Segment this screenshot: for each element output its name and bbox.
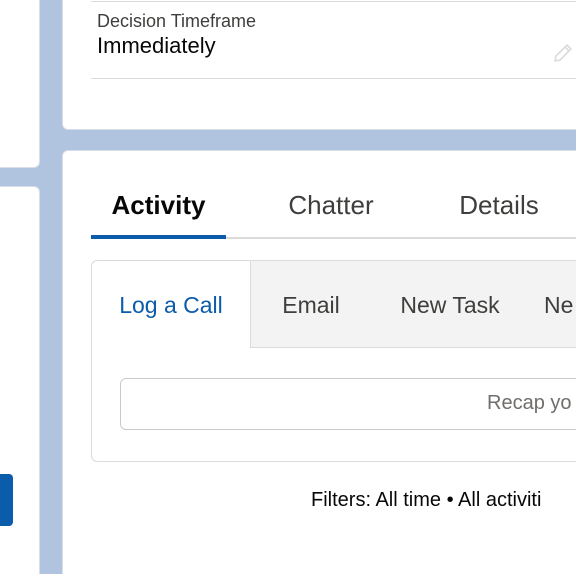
activity-card: Activity Chatter Details Log a Call Emai…	[62, 150, 576, 574]
details-field-card: Decision Timeframe Immediately	[62, 0, 576, 130]
active-tab-indicator	[91, 235, 226, 239]
field-label: Decision Timeframe	[97, 11, 257, 31]
left-primary-button[interactable]	[0, 474, 13, 526]
tab-new-event[interactable]: Ne	[544, 261, 576, 347]
divider	[91, 1, 576, 2]
recap-placeholder: Recap yo	[487, 392, 572, 414]
tab-log-a-call[interactable]: Log a Call	[92, 261, 251, 348]
tab-label: Details	[459, 190, 539, 220]
tab-new-task[interactable]: New Task	[389, 261, 511, 347]
tab-label: Activity	[111, 190, 206, 220]
record-tabs: Activity Chatter Details	[91, 179, 576, 239]
activity-filters[interactable]: Filters: All time • All activiti	[311, 489, 541, 512]
tab-label: Log a Call	[119, 292, 223, 318]
pencil-icon[interactable]	[551, 41, 575, 65]
tab-label: New Task	[400, 292, 500, 318]
recap-input[interactable]: Recap yo	[120, 378, 576, 430]
app-canvas: ▾ ▾ Decision Timeframe Immediately Activ…	[0, 0, 576, 574]
field-value: Immediately	[97, 33, 216, 58]
tab-label: Chatter	[288, 190, 374, 220]
tab-label: Email	[282, 292, 340, 318]
activity-composer: Log a Call Email New Task Ne Recap yo	[91, 260, 576, 462]
left-panel-top	[0, 0, 40, 168]
tab-label: Ne	[544, 292, 574, 318]
composer-tab-bar: Log a Call Email New Task Ne	[92, 261, 576, 348]
tab-email[interactable]: Email	[268, 261, 354, 347]
divider	[91, 78, 576, 79]
tab-details[interactable]: Details	[444, 179, 554, 237]
tab-chatter[interactable]: Chatter	[271, 179, 391, 237]
tab-activity[interactable]: Activity	[91, 179, 226, 239]
